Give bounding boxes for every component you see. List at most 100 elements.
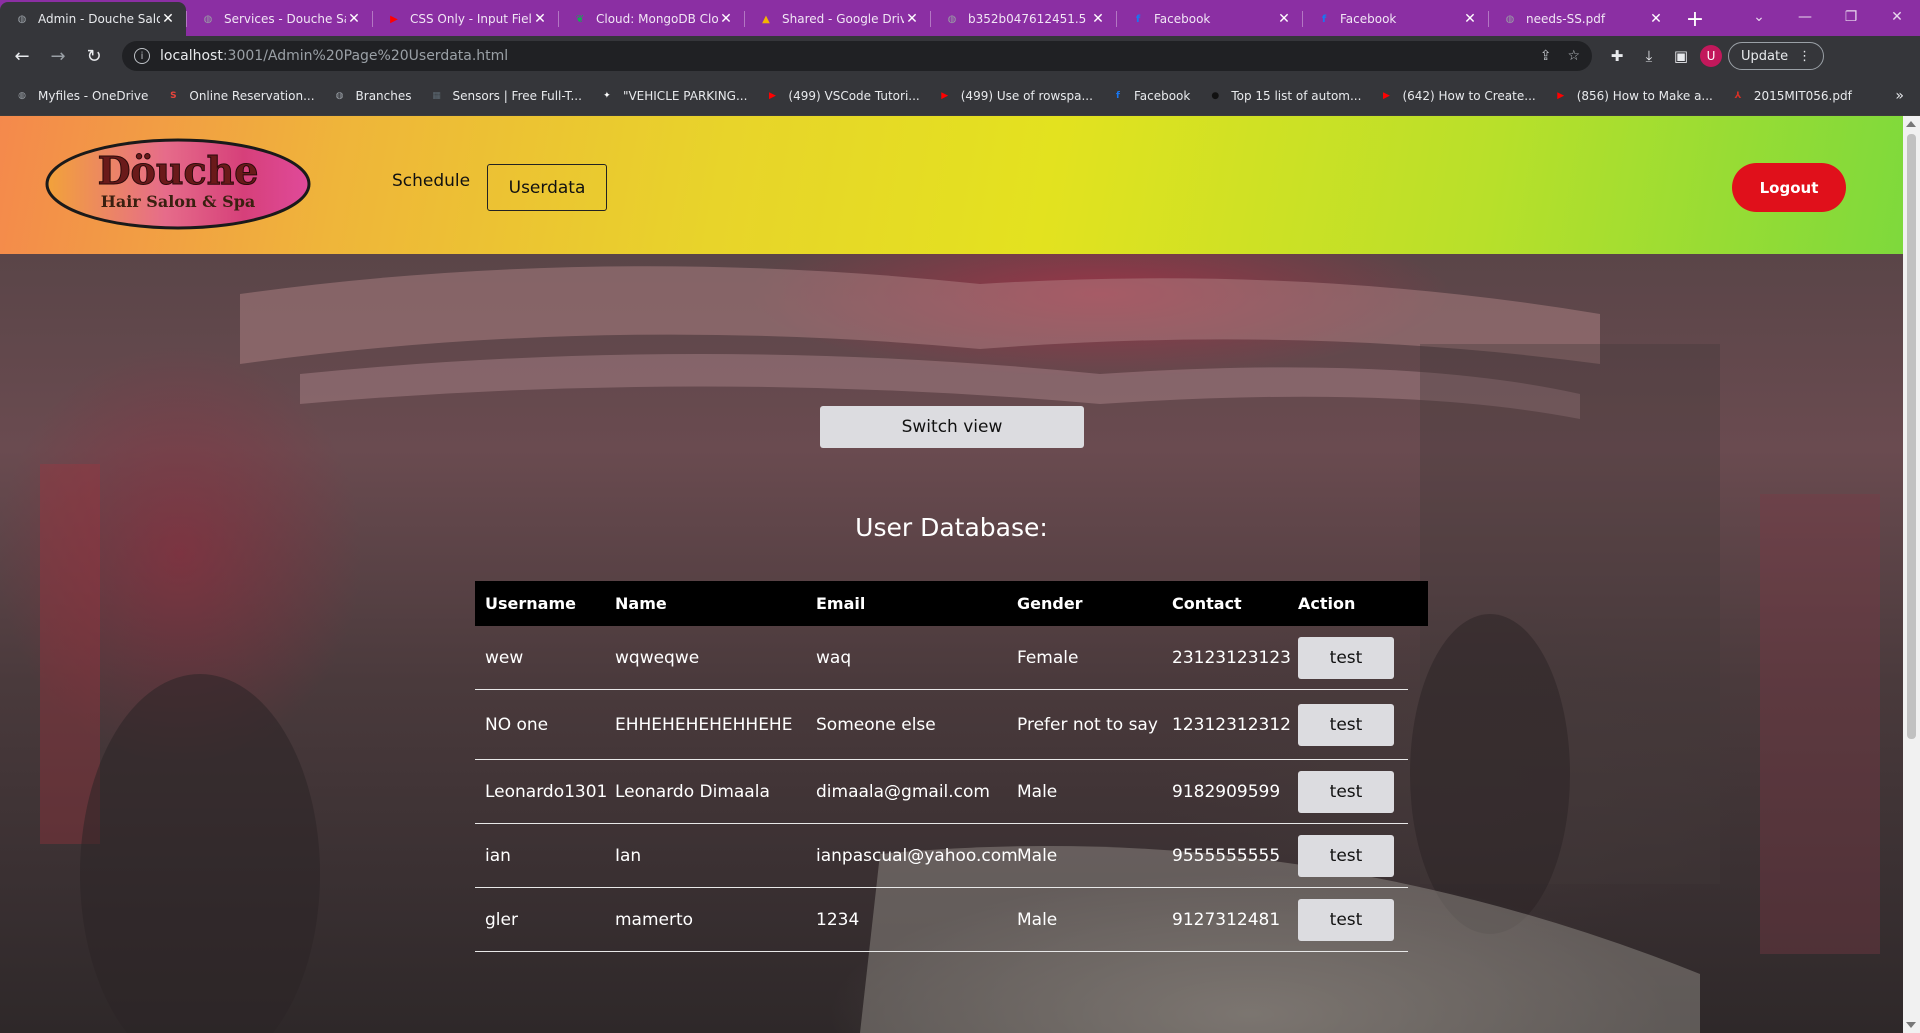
close-tab-icon[interactable]: ✕ — [904, 11, 920, 27]
column-header-gender: Gender — [1017, 594, 1083, 613]
nav-schedule[interactable]: Schedule — [392, 165, 470, 197]
bookmark-item[interactable]: ◍ Myfiles - OneDrive — [14, 88, 148, 104]
nav-userdata[interactable]: Userdata — [487, 164, 607, 211]
bookmark-item[interactable]: ▶ (499) Use of rowspa... — [937, 88, 1093, 104]
bookmark-item[interactable]: ▶ (642) How to Create... — [1378, 88, 1536, 104]
bookmark-label: (499) VSCode Tutori... — [788, 88, 920, 103]
cell-contact: 12312312312 — [1172, 714, 1291, 735]
google-drive-icon: ▲ — [762, 13, 770, 25]
logout-button[interactable]: Logout — [1732, 163, 1846, 212]
download-icon[interactable]: ⤓ — [1636, 43, 1662, 69]
browser-tab[interactable]: ◍ Services - Douche Salon✕ — [186, 2, 372, 36]
cell-action: test — [1290, 703, 1408, 746]
youtube-icon: ▶ — [768, 90, 776, 101]
cell-name: Leonardo Dimaala — [615, 781, 770, 802]
minimize-icon[interactable]: — — [1782, 0, 1828, 34]
globe-icon: ◍ — [335, 90, 344, 101]
forward-icon[interactable]: → — [44, 42, 72, 70]
browser-tab[interactable]: ▲ Shared - Google Drive ✕ — [744, 2, 930, 36]
update-button[interactable]: Update ⋮ — [1728, 42, 1825, 70]
table-row: wew wqweqwe waq Female 23123123123 test — [475, 626, 1408, 690]
browser-tab[interactable]: ◍ needs-SS.pdf ✕ — [1488, 2, 1674, 36]
browser-tab[interactable]: ◍ b352b047612451.5 ✕ — [930, 2, 1116, 36]
test-button[interactable]: test — [1298, 834, 1394, 877]
close-tab-icon[interactable]: ✕ — [346, 11, 362, 27]
cell-name: wqweqwe — [615, 647, 700, 668]
close-tab-icon[interactable]: ✕ — [1462, 11, 1478, 27]
site-info-icon[interactable]: i — [134, 48, 150, 64]
bookmark-item[interactable]: f Facebook — [1110, 88, 1190, 104]
douche-salon-logo[interactable]: Döuche Hair Salon & Spa — [44, 136, 312, 232]
close-tab-icon[interactable]: ✕ — [160, 11, 176, 27]
close-tab-icon[interactable]: ✕ — [1276, 11, 1292, 27]
bookmark-label: (856) How to Make a... — [1576, 88, 1713, 103]
bookmark-item[interactable]: ▶ (499) VSCode Tutori... — [764, 88, 920, 104]
cell-email: Someone else — [816, 714, 936, 735]
close-tab-icon[interactable]: ✕ — [532, 11, 548, 27]
bookmark-label: (499) Use of rowspa... — [960, 88, 1093, 103]
facebook-icon: f — [1135, 13, 1141, 25]
bookmark-item[interactable]: ⅄ 2015MIT056.pdf — [1730, 88, 1852, 104]
browser-tab[interactable]: f Facebook ✕ — [1116, 2, 1302, 36]
column-header-name: Name — [615, 594, 667, 613]
tab-search-icon[interactable]: ⌄ — [1736, 0, 1782, 34]
bookmark-label: Sensors | Free Full-T... — [452, 88, 582, 103]
back-icon[interactable]: ← — [8, 42, 36, 70]
restore-icon[interactable]: ❐ — [1828, 0, 1874, 34]
bookmark-label: (642) How to Create... — [1402, 88, 1536, 103]
bookmarks-overflow-icon[interactable]: » — [1895, 88, 1904, 104]
share-icon[interactable]: ⇪ — [1540, 48, 1552, 64]
profile-avatar[interactable]: U — [1700, 45, 1722, 67]
kebab-menu-icon[interactable]: ⋮ — [1798, 49, 1811, 64]
bookmark-item[interactable]: ✦ "VEHICLE PARKING... — [599, 88, 747, 104]
bookmark-item[interactable]: ● Top 15 list of autom... — [1207, 88, 1361, 104]
close-tab-icon[interactable]: ✕ — [718, 11, 734, 27]
globe-icon: ◍ — [203, 13, 213, 25]
page-viewport: Döuche Hair Salon & Spa Schedule Userdat… — [0, 116, 1903, 1033]
cell-action: test — [1290, 636, 1408, 679]
test-button[interactable]: test — [1298, 898, 1394, 941]
close-tab-icon[interactable]: ✕ — [1648, 11, 1664, 27]
new-tab-button[interactable]: + — [1680, 2, 1710, 36]
side-panel-icon[interactable]: ▣ — [1668, 43, 1694, 69]
switch-view-button[interactable]: Switch view — [820, 406, 1084, 448]
youtube-icon: ▶ — [941, 90, 949, 101]
bookmark-star-icon[interactable]: ☆ — [1567, 48, 1580, 64]
page-scrollbar[interactable] — [1903, 116, 1920, 1033]
globe-icon: ◍ — [18, 90, 26, 101]
browser-tab[interactable]: ❦ Cloud: MongoDB Cloud✕ — [558, 2, 744, 36]
youtube-icon: ▶ — [1557, 90, 1565, 101]
bookmark-item[interactable]: S Online Reservation... — [165, 88, 314, 104]
globe-icon: ◍ — [947, 13, 957, 25]
browser-tab[interactable]: f Facebook ✕ — [1302, 2, 1488, 36]
browser-tab[interactable]: ◍ Admin - Douche Salon ✕ — [0, 2, 186, 36]
tab-title: CSS Only - Input Field — [410, 12, 532, 26]
test-button[interactable]: test — [1298, 703, 1394, 746]
scroll-down-arrow-icon[interactable] — [1906, 1022, 1916, 1028]
test-button[interactable]: test — [1298, 636, 1394, 679]
url-text[interactable]: localhost:3001/Admin%20Page%20Userdata.h… — [160, 48, 1524, 64]
cell-name: EHHEHEHEHEHHEHE — [615, 714, 793, 735]
reload-icon[interactable]: ↻ — [80, 42, 108, 70]
tab-title: Facebook — [1154, 12, 1211, 26]
scrollbar-thumb[interactable] — [1907, 134, 1916, 739]
sciencedirect-icon: ✦ — [603, 90, 611, 101]
bookmark-label: Branches — [355, 88, 412, 103]
browser-tab[interactable]: ▶ CSS Only - Input Field ✕ — [372, 2, 558, 36]
logo-tagline: Hair Salon & Spa — [101, 192, 256, 211]
address-bar[interactable]: i localhost:3001/Admin%20Page%20Userdata… — [122, 41, 1592, 71]
cell-gender: Male — [1017, 845, 1058, 866]
close-window-icon[interactable]: ✕ — [1874, 0, 1920, 34]
bookmark-item[interactable]: ▶ (856) How to Make a... — [1553, 88, 1713, 104]
scroll-up-arrow-icon[interactable] — [1906, 121, 1916, 127]
cell-gender: Male — [1017, 909, 1058, 930]
mdpi-icon: ▦ — [432, 90, 441, 101]
bookmark-label: 2015MIT056.pdf — [1753, 88, 1852, 103]
user-table: Username Name Email Gender Contact Actio… — [475, 581, 1428, 952]
facebook-icon: f — [1115, 90, 1120, 101]
test-button[interactable]: test — [1298, 770, 1394, 813]
extensions-puzzle-icon[interactable]: ✚ — [1604, 43, 1630, 69]
close-tab-icon[interactable]: ✕ — [1090, 11, 1106, 27]
bookmark-item[interactable]: ▦ Sensors | Free Full-T... — [429, 88, 582, 104]
bookmark-item[interactable]: ◍ Branches — [332, 88, 412, 104]
